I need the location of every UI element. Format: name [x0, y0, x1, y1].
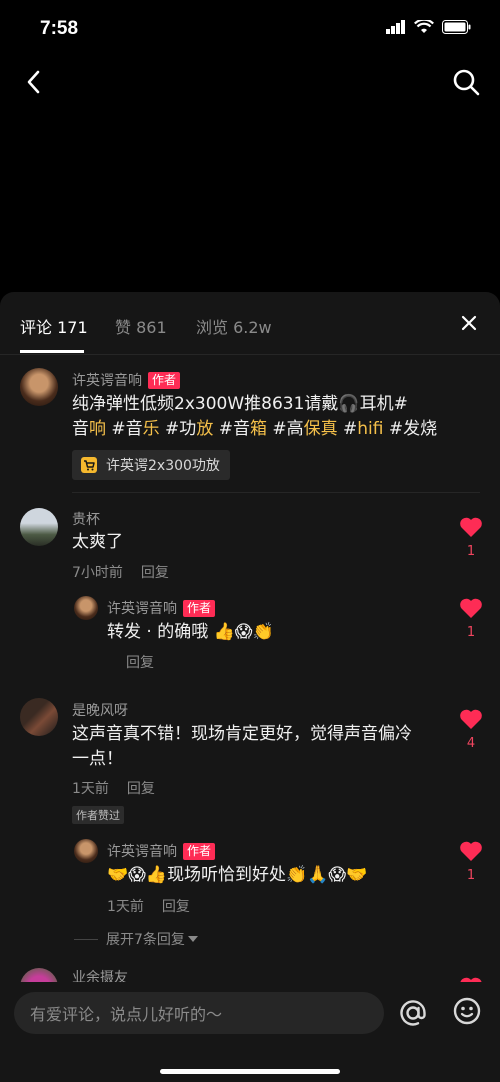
comment-text: 太爽了 — [72, 532, 123, 552]
top-nav — [0, 60, 500, 104]
comment-input-bar — [0, 982, 500, 1082]
reply-username[interactable]: 许英谔音响 — [107, 844, 177, 860]
divider — [72, 492, 480, 493]
comment-time: 1天前 — [72, 781, 109, 797]
headphone-emoji: 🎧 — [338, 394, 360, 414]
heart-icon — [460, 709, 482, 729]
like-count: 1 — [466, 868, 476, 883]
reply-text: 转发 · 的确哦 👍😱👏 — [107, 622, 274, 642]
avatar[interactable] — [20, 508, 58, 546]
comment-text: 纯净弹性低频2x300W推8631请戴🎧耳机# 音响 #音乐 #功放 #音箱 #高… — [72, 394, 438, 439]
reply-button[interactable]: 回复 — [162, 899, 190, 915]
like-count: 1 — [466, 544, 476, 559]
at-mention-icon[interactable] — [396, 996, 430, 1030]
reply-emojis-pre: 🤝😱👍 — [107, 865, 168, 885]
reply-emojis: 👍😱👏 — [213, 622, 274, 642]
comment-input-container — [14, 992, 384, 1036]
comment-username[interactable]: 是晚风呀 — [72, 700, 128, 720]
author-liked-tag: 作者赞过 — [72, 806, 124, 824]
like-count: 1 — [466, 625, 476, 640]
tab-views[interactable]: 浏览 6.2w — [196, 314, 272, 338]
author-badge: 作者 — [148, 372, 181, 389]
like-button[interactable]: 1 — [458, 840, 484, 883]
status-icons — [386, 20, 472, 34]
home-indicator — [160, 1069, 340, 1074]
author-badge: 作者 — [183, 843, 216, 860]
reply-button[interactable]: 回复 — [126, 655, 154, 671]
emoji-icon[interactable] — [452, 996, 482, 1026]
expand-replies-button[interactable]: 展开7条回复 — [74, 929, 199, 949]
comment-meta: 1天前 回复 — [72, 778, 173, 798]
reply-username[interactable]: 许英谔音响 — [107, 601, 177, 617]
comment-tabs: 评论 171 赞 861 浏览 6.2w — [0, 292, 500, 355]
comment-meta: 7小时前 回复 — [72, 562, 187, 582]
close-icon[interactable] — [458, 312, 480, 334]
caret-down-icon — [187, 936, 198, 942]
comment-meta: 回复 — [126, 652, 172, 672]
reply-button[interactable]: 回复 — [127, 781, 155, 797]
tab-underline — [20, 350, 84, 353]
reply-emojis-post: 👏🙏😱🤝 — [286, 865, 368, 885]
heart-icon — [460, 517, 482, 537]
like-count: 4 — [466, 736, 476, 751]
status-time: 7:58 — [40, 18, 79, 39]
heart-icon — [460, 598, 482, 618]
avatar[interactable] — [74, 596, 98, 620]
like-button[interactable]: 1 — [458, 516, 484, 559]
product-chip[interactable]: 许英谔2x300功放 — [72, 450, 230, 480]
comment-input[interactable] — [28, 992, 372, 1036]
product-label: 许英谔2x300功放 — [106, 458, 220, 474]
comment-username[interactable]: 许英谔音响 — [72, 373, 142, 389]
like-button[interactable]: 1 — [458, 597, 484, 640]
signal-icon — [386, 20, 405, 34]
reply-button[interactable]: 回复 — [141, 565, 169, 581]
status-bar: 7:58 — [0, 0, 500, 60]
comment-meta: 1天前 回复 — [107, 896, 208, 916]
avatar[interactable] — [20, 368, 58, 406]
tab-likes[interactable]: 赞 861 — [115, 314, 167, 338]
search-icon[interactable] — [450, 66, 482, 98]
avatar[interactable] — [20, 698, 58, 736]
comment-time: 1天前 — [107, 899, 144, 915]
like-button[interactable]: 4 — [458, 708, 484, 751]
comment-username[interactable]: 贵杯 — [72, 509, 100, 529]
back-icon[interactable] — [20, 66, 52, 98]
shopping-cart-icon — [81, 457, 97, 473]
heart-icon — [460, 841, 482, 861]
battery-icon — [442, 20, 471, 34]
comment-sheet: 评论 171 赞 861 浏览 6.2w 许英谔音响 作者 纯净弹性低频2x300… — [0, 292, 500, 1082]
wifi-icon — [414, 20, 434, 33]
author-badge: 作者 — [183, 600, 216, 617]
avatar[interactable] — [74, 839, 98, 863]
tab-comments[interactable]: 评论 171 — [20, 314, 88, 338]
comment-text: 这声音真不错！现场肯定更好，觉得声音偏冷 一点！ — [72, 724, 412, 769]
comment-time: 7小时前 — [72, 565, 123, 581]
expand-replies-label: 展开7条回复 — [106, 932, 185, 948]
reply-text: 🤝😱👍现场听恰到好处👏🙏😱🤝 — [107, 865, 368, 885]
